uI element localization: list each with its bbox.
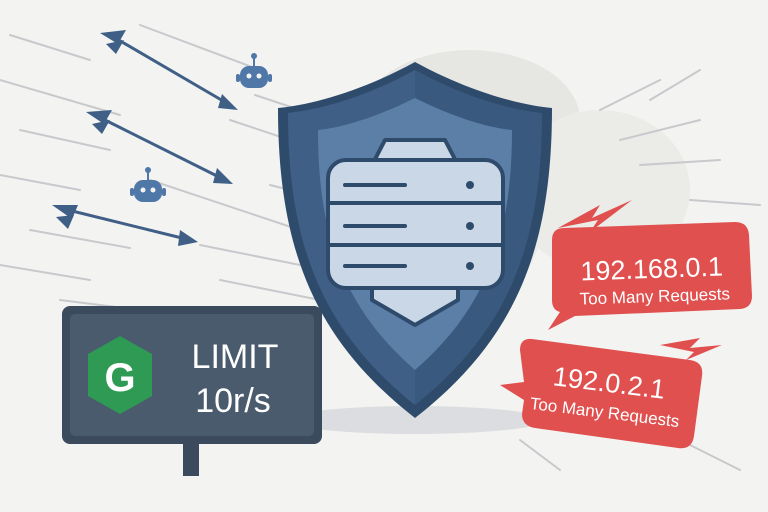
alert-bubble: 192.0.2.1 Too Many Requests	[500, 338, 703, 449]
bot-icon	[236, 53, 272, 88]
logo-letter: G	[104, 356, 135, 400]
bot-icon	[130, 167, 166, 202]
lightning-icon	[660, 338, 722, 360]
alert-ip: 192.168.0.1	[580, 252, 724, 287]
sign-line2: 10r/s	[195, 382, 271, 420]
arrow-icon	[100, 30, 238, 110]
rate-limit-illustration: 192.168.0.1 Too Many Requests 192.0.2.1 …	[0, 24, 761, 476]
arrow-icon	[52, 205, 198, 246]
arrow-icon	[86, 110, 233, 184]
alert-bubble: 192.168.0.1 Too Many Requests	[548, 222, 752, 330]
sign-line1: LIMIT	[192, 338, 279, 376]
limit-sign: G LIMIT 10r/s	[62, 306, 322, 476]
